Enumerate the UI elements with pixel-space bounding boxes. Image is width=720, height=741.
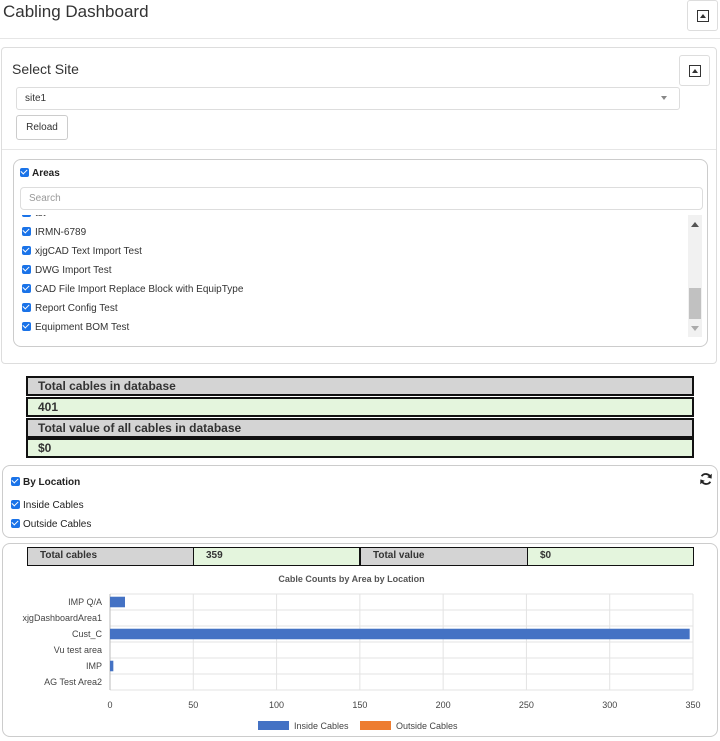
x-tick-label: 300 [602, 700, 617, 710]
bar-chart: Cable Counts by Area by Location 0 50 100 15… [22, 574, 700, 731]
scroll-up-icon[interactable] [691, 222, 699, 227]
list-item[interactable]: CAD File Import Replace Block with Equip… [22, 284, 243, 295]
legend-label: Outside Cables [396, 721, 458, 731]
refresh-icon[interactable] [699, 472, 713, 486]
site-panel-title: Select Site [12, 61, 79, 77]
category-label: IMP [86, 661, 102, 671]
category-label: Cust_C [72, 629, 103, 639]
collapse-icon [696, 9, 709, 22]
area-checkbox[interactable] [22, 246, 31, 255]
category-label: xjgDashboardArea1 [22, 613, 102, 623]
legend-swatch [360, 721, 391, 730]
list-item[interactable]: DWG Import Test [22, 265, 112, 276]
scroll-thumb[interactable] [689, 288, 701, 319]
total-value-header: Total value of all cables in database [26, 418, 694, 438]
area-label: IRMN-6789 [35, 227, 87, 238]
area-checkbox[interactable] [22, 322, 31, 331]
areas-box: Areas Search tst IRMN-6789 xjgCAD Text I… [13, 159, 708, 347]
bar [110, 628, 690, 640]
collapse-page-button[interactable] [687, 0, 718, 31]
areas-header[interactable]: Areas [20, 168, 60, 179]
areas-label: Areas [32, 168, 60, 179]
total-cables-header: Total cables in database [26, 376, 694, 396]
by-location-checkbox[interactable] [11, 477, 20, 486]
category-label: AG Test Area2 [44, 677, 102, 687]
outside-cables-toggle[interactable]: Outside Cables [11, 519, 91, 530]
list-item[interactable]: tst [22, 215, 46, 219]
outside-cables-checkbox[interactable] [11, 519, 20, 528]
area-checkbox[interactable] [22, 227, 31, 236]
list-item[interactable]: Equipment BOM Test [22, 322, 129, 333]
list-item[interactable]: IRMN-6789 [22, 227, 86, 238]
chart-title: Cable Counts by Area by Location [278, 574, 424, 584]
list-item[interactable]: Report Config Test [22, 303, 118, 314]
total-cables-value: 401 [26, 397, 694, 417]
panel-divider [2, 149, 716, 150]
scroll-down-icon[interactable] [691, 326, 699, 331]
x-tick-label: 200 [436, 700, 451, 710]
area-label: CAD File Import Replace Block with Equip… [35, 284, 244, 295]
areas-search-input[interactable]: Search [20, 187, 703, 210]
header-divider [0, 38, 720, 39]
category-label: IMP Q/A [68, 597, 102, 607]
site-select-value: site1 [25, 93, 47, 104]
inside-cables-toggle[interactable]: Inside Cables [11, 500, 84, 511]
list-item[interactable]: xjgCAD Text Import Test [22, 246, 142, 257]
area-checkbox[interactable] [22, 284, 31, 293]
page-title: Cabling Dashboard [3, 2, 149, 21]
bar [110, 660, 114, 672]
inside-cables-label: Inside Cables [23, 500, 84, 511]
reload-button[interactable]: Reload [16, 115, 68, 140]
collapse-site-panel-button[interactable] [679, 55, 710, 86]
legend-label: Inside Cables [294, 721, 349, 731]
areas-list: tst IRMN-6789 xjgCAD Text Import Test DW… [20, 215, 685, 339]
outside-cables-label: Outside Cables [23, 519, 92, 530]
areas-checkbox[interactable] [20, 168, 29, 177]
site-panel: Select Site site1 Reload Areas Search ts… [1, 47, 717, 364]
area-label: DWG Import Test [35, 265, 112, 276]
x-tick-label: 0 [107, 700, 112, 710]
x-tick-label: 250 [519, 700, 534, 710]
chart-panel: Total cables 359 Total value $0 Cable Co… [2, 543, 718, 737]
area-checkbox[interactable] [22, 215, 31, 217]
collapse-icon [688, 64, 701, 77]
area-label: tst [35, 215, 46, 219]
category-label: Vu test area [54, 645, 102, 655]
site-select[interactable]: site1 [16, 87, 680, 110]
location-filter-panel: By Location Inside Cables Outside Cables [2, 465, 718, 538]
by-location-label: By Location [23, 477, 81, 488]
x-tick-label: 350 [685, 700, 700, 710]
inside-cables-checkbox[interactable] [11, 500, 20, 509]
legend-swatch [258, 721, 289, 730]
bar [110, 596, 125, 608]
x-tick-label: 100 [269, 700, 284, 710]
x-tick-label: 50 [188, 700, 198, 710]
total-value-value: $0 [26, 438, 694, 458]
area-label: Equipment BOM Test [35, 322, 130, 333]
chevron-down-icon [661, 96, 667, 100]
areas-scrollbar[interactable] [688, 215, 702, 337]
by-location-toggle[interactable]: By Location [11, 477, 80, 488]
x-tick-label: 150 [352, 700, 367, 710]
area-label: xjgCAD Text Import Test [35, 246, 142, 257]
area-checkbox[interactable] [22, 265, 31, 274]
area-label: Report Config Test [35, 303, 118, 314]
area-checkbox[interactable] [22, 303, 31, 312]
